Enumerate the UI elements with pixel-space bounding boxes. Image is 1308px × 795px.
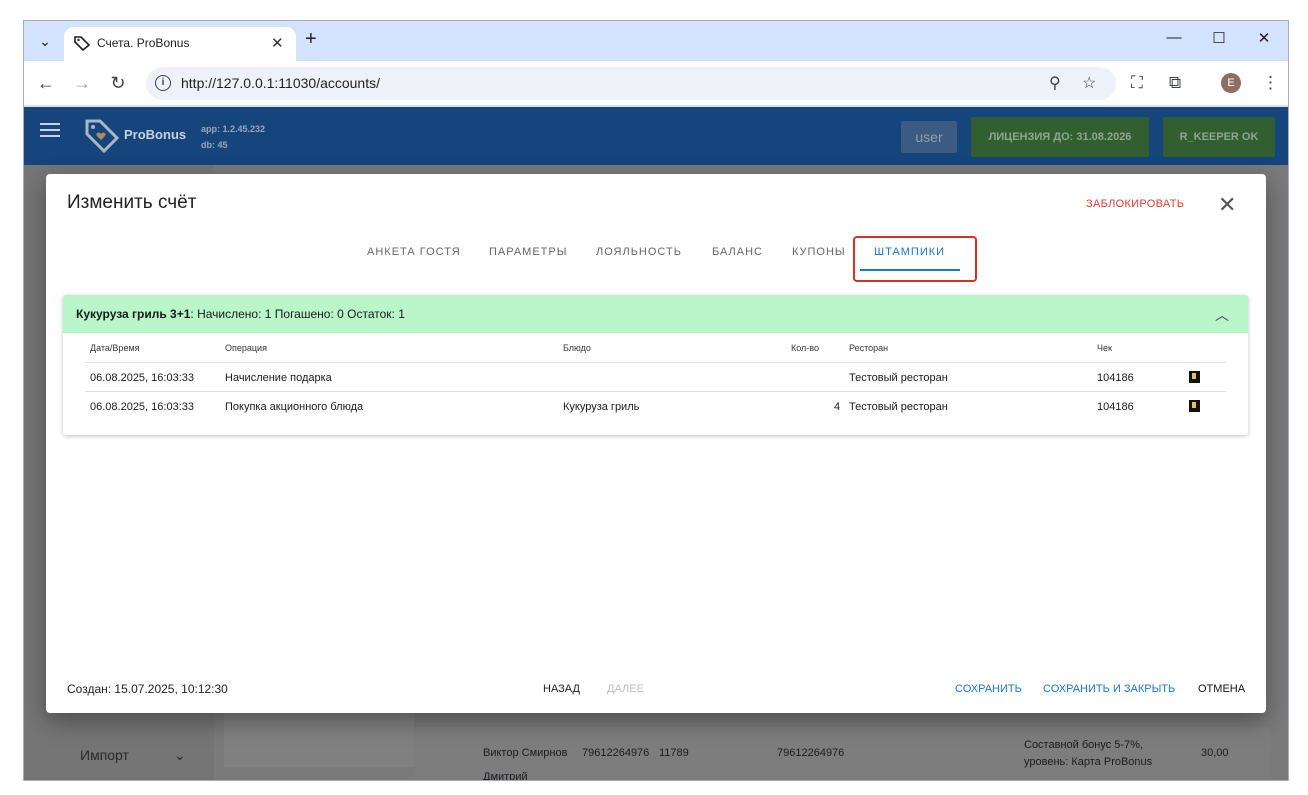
tab-coupons[interactable]: КУПОНЫ <box>792 246 846 258</box>
user-button[interactable]: user <box>901 121 957 153</box>
tab-guest-profile[interactable]: АНКЕТА ГОСТЯ <box>367 246 461 258</box>
screen-capture-icon[interactable]: ⛶ <box>1131 73 1143 93</box>
bookmark-star-icon[interactable]: ☆ <box>1082 73 1096 93</box>
table-row: 06.08.2025, 16:03:33 Покупка акционного … <box>85 391 1226 420</box>
url-text[interactable]: http://127.0.0.1:11030/accounts/ <box>181 75 380 91</box>
new-tab-button[interactable]: + <box>305 28 317 51</box>
db-version: db: 45 <box>201 140 228 150</box>
tab-search-button[interactable]: ⌄ <box>32 29 58 53</box>
address-bar: ← → ↻ i http://127.0.0.1:11030/accounts/… <box>24 61 1288 106</box>
bg-row-phone2: 79612264976 <box>777 747 845 759</box>
col-restaurant: Ресторан <box>849 343 889 353</box>
row-restaurant: Тестовый ресторан <box>849 401 948 413</box>
rkeeper-status-button[interactable]: R_KEEPER OK <box>1163 117 1275 157</box>
brand-name: ProBonus <box>124 127 187 142</box>
chevron-up-icon[interactable]: ︿ <box>1215 305 1229 325</box>
created-date: Создан: 15.07.2025, 10:12:30 <box>67 682 228 696</box>
tab-parameters[interactable]: ПАРАМЕТРЫ <box>489 246 567 258</box>
app-bar: ProBonus app: 1.2.45.232 db: 45 user ЛИЦ… <box>24 107 1288 165</box>
probonus-logo <box>85 119 120 153</box>
row-qty: 4 <box>834 401 841 413</box>
row-datetime: 06.08.2025, 16:03:33 <box>90 372 194 384</box>
zoom-icon[interactable]: ⚲ <box>1049 73 1061 93</box>
browser-menu-icon[interactable]: ⋮ <box>1262 73 1279 93</box>
stamp-name: Кукуруза гриль 3+1 <box>76 307 191 321</box>
receipt-icon[interactable] <box>1189 371 1200 383</box>
tab-title: Счета. ProBonus <box>97 36 190 50</box>
close-window-button[interactable]: ✕ <box>1249 29 1279 47</box>
bg-row-name: Дмитрий <box>483 771 528 781</box>
save-close-button[interactable]: СОХРАНИТЬ И ЗАКРЫТЬ <box>1043 683 1175 695</box>
profile-avatar[interactable]: E <box>1221 73 1241 93</box>
row-operation: Начисление подарка <box>225 372 332 384</box>
stamp-summary: : Начислено: 1 Погашено: 0 Остаток: 1 <box>190 307 405 321</box>
stamp-card-header[interactable]: Кукуруза гриль 3+1: Начислено: 1 Погашен… <box>63 295 1248 333</box>
receipt-icon[interactable] <box>1189 400 1200 412</box>
bg-row-amount: 30,00 <box>1201 747 1229 759</box>
back-icon[interactable]: ← <box>35 73 57 94</box>
dialog-tabs: АНКЕТА ГОСТЯ ПАРАМЕТРЫ ЛОЯЛЬНОСТЬ БАЛАНС… <box>46 236 1266 276</box>
chevron-down-icon[interactable]: ⌄ <box>174 747 186 764</box>
row-dish: Кукуруза гриль <box>563 401 640 413</box>
bg-row-level: Составной бонус 5-7%, <box>1024 739 1143 751</box>
omnibox[interactable]: i http://127.0.0.1:11030/accounts/ ⚲ ☆ <box>146 67 1116 100</box>
bg-row-level2: уровень: Карта ProBonus <box>1024 756 1153 768</box>
row-check: 104186 <box>1097 401 1134 413</box>
dialog-title: Изменить счёт <box>67 192 197 213</box>
maximize-button[interactable]: ☐ <box>1204 29 1234 47</box>
bg-row-name: Виктор Смирнов <box>483 747 568 759</box>
minimize-button[interactable]: — <box>1159 29 1189 46</box>
bg-row-card: 11789 <box>659 747 689 759</box>
tab-balance[interactable]: БАЛАНС <box>712 246 763 258</box>
forward-icon[interactable]: → <box>71 73 93 94</box>
menu-icon[interactable] <box>40 123 60 141</box>
col-check: Чек <box>1097 343 1112 353</box>
tab-close-icon[interactable]: ✕ <box>271 34 284 52</box>
browser-tab[interactable]: Счета. ProBonus ✕ <box>64 27 296 61</box>
extensions-icon[interactable]: ⧉ <box>1169 73 1181 93</box>
row-check: 104186 <box>1097 372 1134 384</box>
tab-strip: ⌄ Счета. ProBonus ✕ + — ☐ ✕ <box>24 21 1288 61</box>
save-button[interactable]: СОХРАНИТЬ <box>955 683 1022 695</box>
reload-icon[interactable]: ↻ <box>107 73 129 94</box>
tag-icon <box>74 36 90 51</box>
back-button[interactable]: НАЗАД <box>543 683 580 695</box>
highlight-box <box>853 236 977 282</box>
edit-account-dialog: Изменить счёт ЗАБЛОКИРОВАТЬ ✕ АНКЕТА ГОС… <box>46 174 1266 713</box>
sidebar-item-import[interactable]: Импорт <box>80 747 129 763</box>
license-button[interactable]: ЛИЦЕНЗИЯ ДО: 31.08.2026 <box>971 117 1149 157</box>
row-restaurant: Тестовый ресторан <box>849 372 948 384</box>
col-datetime: Дата/Время <box>90 343 140 353</box>
app-version: app: 1.2.45.232 <box>201 124 266 134</box>
row-operation: Покупка акционного блюда <box>225 401 364 413</box>
background-table: Виктор Смирнов 79612264976 11789 7961226… <box>415 727 1270 780</box>
row-datetime: 06.08.2025, 16:03:33 <box>90 401 194 413</box>
col-dish: Блюдо <box>563 343 591 353</box>
col-qty: Кол-во <box>791 343 819 353</box>
bg-row-phone: 79612264976 <box>582 747 650 759</box>
close-icon[interactable]: ✕ <box>1218 192 1236 218</box>
block-button[interactable]: ЗАБЛОКИРОВАТЬ <box>1086 198 1184 210</box>
version-info: app: 1.2.45.232 db: 45 <box>201 121 265 153</box>
site-info-icon[interactable]: i <box>155 75 171 91</box>
next-button[interactable]: ДАЛЕЕ <box>607 683 644 695</box>
table-row: 06.08.2025, 16:03:33 Начисление подарка … <box>85 362 1226 391</box>
col-operation: Операция <box>225 343 267 353</box>
cancel-button[interactable]: ОТМЕНА <box>1198 683 1245 695</box>
stamp-card-title: Кукуруза гриль 3+1: Начислено: 1 Погашен… <box>76 307 405 321</box>
stamp-card: Кукуруза гриль 3+1: Начислено: 1 Погашен… <box>63 295 1248 435</box>
tab-loyalty[interactable]: ЛОЯЛЬНОСТЬ <box>596 246 682 258</box>
